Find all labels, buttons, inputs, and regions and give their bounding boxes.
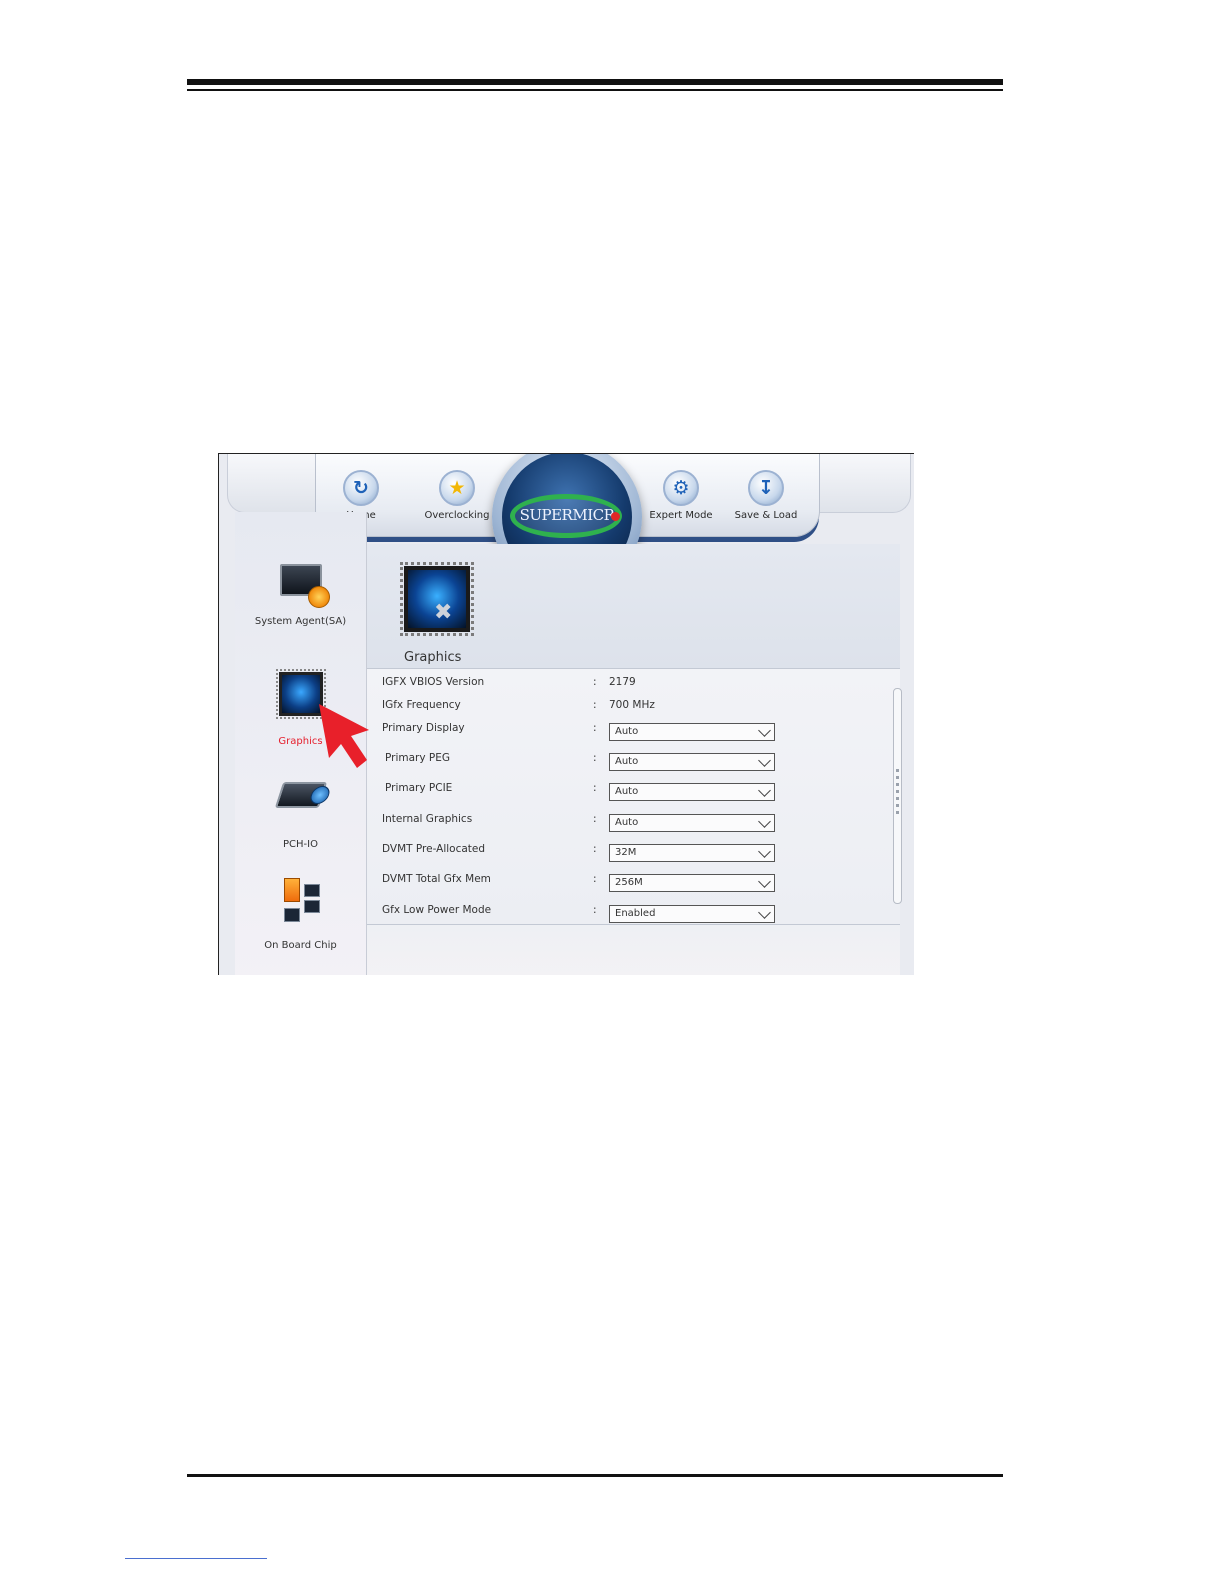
tools-icon: ✖ [434,600,453,625]
sidebar-item-onboard-chip[interactable]: On Board Chip [235,878,366,951]
sidebar-item-label: PCH-IO [283,839,318,850]
graphics-icon: ✖ [400,562,474,636]
setting-row-igfx-frequency: IGfx Frequency : 700 MHz [367,696,877,716]
onboard-chip-icon [280,878,322,924]
sidebar-item-system-agent[interactable]: System Agent(SA) [235,564,366,627]
setting-label: IGFX VBIOS Version [382,676,485,688]
menu-save-load[interactable]: ↧ Save & Load [721,470,811,521]
primary-pcie-select[interactable]: Auto [609,783,775,801]
scrollbar-grip [896,769,899,814]
help-area [367,925,900,975]
footer-rule [187,1474,1003,1477]
pch-io-icon [274,782,327,808]
setting-label: Primary Display [382,722,465,734]
menu-overclocking[interactable]: ★ Overclocking [412,470,502,521]
setting-separator: : [593,699,597,711]
setting-label: IGfx Frequency [382,699,461,711]
settings-list: IGFX VBIOS Version : 2179 IGfx Frequency… [367,669,900,925]
system-agent-icon [279,564,330,608]
select-value: 256M [615,877,643,888]
main-panel: ✖ Graphics IGFX VBIOS Version : 2179 IGf… [367,544,900,975]
setting-row-igfx-vbios-version: IGFX VBIOS Version : 2179 [367,673,877,693]
page-title: Graphics [404,650,462,665]
setting-row-internal-graphics: Internal Graphics : Auto [367,810,877,832]
page-header: ✖ Graphics [367,544,900,669]
setting-separator: : [593,722,597,734]
setting-row-dvmt-total-gfx-mem: DVMT Total Gfx Mem : 256M [367,870,877,892]
setting-separator: : [593,843,597,855]
setting-separator: : [593,752,597,764]
logo-dot [611,512,620,521]
primary-display-select[interactable]: Auto [609,723,775,741]
setting-value: 700 MHz [609,699,655,711]
header-rule-thin [187,89,1003,91]
refresh-icon: ↻ [343,470,379,506]
setting-label: Internal Graphics [382,813,473,825]
chevron-down-icon [758,815,771,828]
setting-separator: : [593,873,597,885]
setting-row-primary-display: Primary Display : Auto [367,719,877,741]
select-value: 32M [615,847,637,858]
star-icon: ★ [439,470,475,506]
setting-row-gfx-low-power-mode: Gfx Low Power Mode : Enabled [367,901,877,923]
header-rule-thick [187,79,1003,85]
pointer-arrow-icon [319,704,369,768]
dvmt-pre-allocated-select[interactable]: 32M [609,844,775,862]
select-value: Auto [615,726,639,737]
internal-graphics-select[interactable]: Auto [609,814,775,832]
setting-value: 2179 [609,676,636,688]
setting-label: Primary PCIE [385,782,453,794]
setting-row-primary-peg: Primary PEG : Auto [367,749,877,771]
setting-separator: : [593,782,597,794]
download-icon: ↧ [748,470,784,506]
chevron-down-icon [758,754,771,767]
setting-label: Primary PEG [385,752,451,764]
gfx-low-power-mode-select[interactable]: Enabled [609,905,775,923]
menu-overclocking-label: Overclocking [424,510,490,521]
setting-label: Gfx Low Power Mode [382,904,492,916]
chevron-down-icon [758,724,771,737]
select-value: Auto [615,756,639,767]
chevron-down-icon [758,845,771,858]
chevron-down-icon [758,906,771,919]
chevron-down-icon [758,784,771,797]
footnote-rule [125,1558,267,1559]
select-value: Auto [615,786,639,797]
setting-separator: : [593,813,597,825]
primary-peg-select[interactable]: Auto [609,753,775,771]
setting-label: DVMT Total Gfx Mem [382,873,491,885]
chevron-down-icon [758,875,771,888]
bios-screenshot: ↻ Home ★ Overclocking ⚙ Expert Mode ↧ Sa… [218,453,914,975]
setting-row-dvmt-pre-allocated: DVMT Pre-Allocated : 32M [367,840,877,862]
menu-expert-mode-label: Expert Mode [649,510,713,521]
menu-save-load-label: Save & Load [734,510,798,521]
setting-row-primary-pcie: Primary PCIE : Auto [367,779,877,801]
gear-icon: ⚙ [663,470,699,506]
menu-expert-mode[interactable]: ⚙ Expert Mode [636,470,726,521]
setting-separator: : [593,676,597,688]
setting-separator: : [593,904,597,916]
setting-label: DVMT Pre-Allocated [382,843,486,855]
sidebar-item-pch-io[interactable]: PCH-IO [235,782,366,850]
settings-scrollbar[interactable] [893,688,902,904]
select-value: Auto [615,817,639,828]
sidebar-item-label: On Board Chip [264,940,337,951]
sidebar-item-label: System Agent(SA) [254,616,347,627]
select-value: Enabled [615,908,656,919]
graphics-icon [275,669,326,719]
dvmt-total-gfx-mem-select[interactable]: 256M [609,874,775,892]
